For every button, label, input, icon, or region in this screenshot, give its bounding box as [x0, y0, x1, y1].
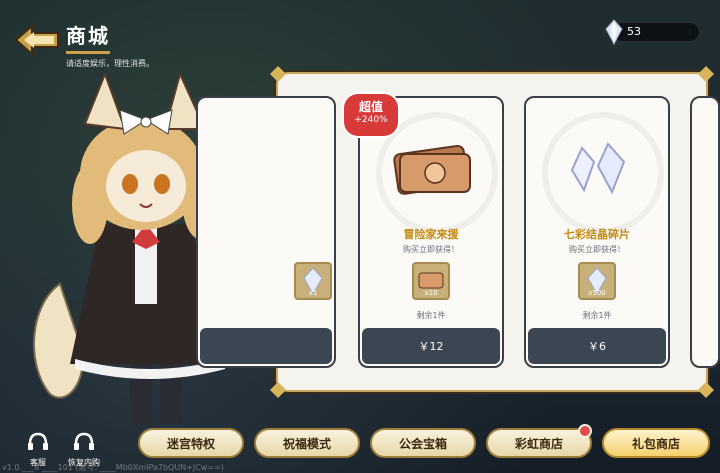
shop-card-crystal[interactable]: 七彩结晶碎片 购买立即获得！ x500 剩余1件 ￥6 — [524, 96, 670, 368]
value-badge: 超值 +240% — [344, 94, 398, 136]
back-button[interactable] — [14, 24, 60, 56]
buy-button[interactable] — [200, 328, 332, 364]
reward-slot: x10 — [412, 262, 450, 300]
currency-display: 53 — [605, 19, 700, 45]
card-title: 七彩结晶碎片 — [564, 228, 630, 241]
badge-value: +240% — [354, 115, 388, 125]
reward-count: x10 — [424, 289, 438, 297]
partial-shop-card[interactable]: x1 — [196, 96, 336, 368]
crystal-icon — [605, 19, 623, 45]
card-hint: 购买立即获得！ — [569, 245, 625, 254]
badge-title: 超值 — [358, 100, 383, 114]
nav-labyrinth-privilege[interactable]: 迷宫特权 — [138, 428, 244, 458]
buy-button[interactable]: ￥6 — [528, 328, 666, 364]
panel-corner-ornament-icon — [270, 66, 286, 82]
reward-count: x1 — [308, 289, 318, 297]
nav-rainbow-shop[interactable]: 彩虹商店 — [486, 424, 592, 458]
reward-slot: x1 — [294, 262, 332, 300]
panel-corner-ornament-icon — [698, 382, 714, 398]
page-title: 商城 — [66, 24, 110, 48]
notification-dot — [578, 424, 592, 438]
reward-count: x500 — [588, 289, 606, 297]
nav-gift-shop[interactable]: 礼包商店 — [602, 428, 710, 458]
card-remaining: 剩余1件 — [582, 311, 612, 320]
nav-guild-chest[interactable]: 公会宝箱 — [370, 428, 476, 458]
card-remaining: 剩余1件 — [416, 311, 446, 320]
back-arrow-icon — [14, 24, 59, 56]
reward-slot: x500 — [578, 262, 616, 300]
partial-shop-card[interactable] — [690, 96, 720, 368]
currency-value: 53 — [627, 25, 641, 38]
nav-blessing-mode[interactable]: 祝福模式 — [254, 428, 360, 458]
nav-label: 彩虹商店 — [514, 436, 563, 451]
headset-icon — [28, 432, 48, 450]
ticket-bundle-icon — [393, 144, 471, 195]
card-hint: 购买立即获得！ — [403, 245, 459, 254]
title-block: 商城 请适度娱乐，理性消费。 — [66, 20, 154, 69]
version-info: v1.0.___8 ____101 (账号: ____Mb0XmIPa7bQUN… — [2, 463, 224, 472]
card-title: 冒险家来援 — [403, 228, 459, 241]
title-underline — [66, 51, 110, 54]
headset-icon — [74, 432, 94, 450]
crystal-shards-icon — [570, 142, 626, 195]
shop-card-adventurer[interactable]: 冒险家来援 购买立即获得！ x10 剩余1件 ￥12 — [358, 96, 504, 368]
panel-corner-ornament-icon — [698, 66, 714, 82]
page-subtitle: 请适度娱乐，理性消费。 — [66, 59, 154, 68]
panel-corner-ornament-icon — [270, 382, 286, 398]
buy-button[interactable]: ￥12 — [362, 328, 500, 364]
